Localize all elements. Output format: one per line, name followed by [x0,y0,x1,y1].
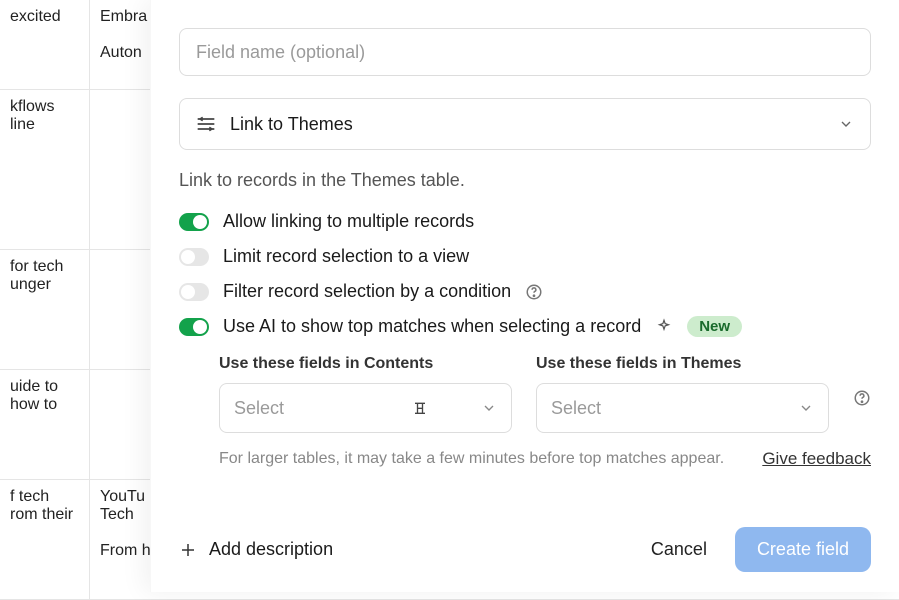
toggle-limit-view[interactable]: Limit record selection to a view [179,246,871,267]
sparkle-icon [655,318,673,336]
toggle-allow-multiple[interactable]: Allow linking to multiple records [179,211,871,232]
field-helper-text: Link to records in the Themes table. [179,170,871,191]
help-icon[interactable] [525,283,543,301]
toggle-label: Allow linking to multiple records [223,211,474,232]
chevron-down-icon [798,400,814,416]
select-placeholder: Select [551,398,788,419]
dialog-footer: Add description Cancel Create field [179,509,871,572]
create-field-button[interactable]: Create field [735,527,871,572]
create-field-dialog: Link to Themes Link to records in the Th… [150,0,899,592]
toggle-label: Limit record selection to a view [223,246,469,267]
table-cell: for tech unger [0,250,90,369]
ai-hint-text: For larger tables, it may take a few min… [219,450,744,468]
new-badge: New [687,316,742,337]
field-type-select[interactable]: Link to Themes [179,98,871,150]
toggle-group: Allow linking to multiple records Limit … [179,211,871,337]
add-description-button[interactable]: Add description [179,539,333,560]
table-cell: f tech rom their [0,480,90,599]
ai-contents-column: Use these fields in Contents Select [219,355,512,433]
chevron-down-icon [838,116,854,132]
field-type-label: Link to Themes [230,114,824,135]
ai-themes-column: Use these fields in Themes Select [536,355,829,433]
cancel-button[interactable]: Cancel [635,529,723,570]
ai-themes-select[interactable]: Select [536,383,829,433]
ai-fields-grid: Use these fields in Contents Select Use … [179,355,871,433]
ai-hint-row: For larger tables, it may take a few min… [179,449,871,469]
plus-icon [179,541,197,559]
add-description-label: Add description [209,539,333,560]
ai-contents-select[interactable]: Select [219,383,512,433]
toggle-switch[interactable] [179,283,209,301]
toggle-switch[interactable] [179,213,209,231]
toggle-filter-condition[interactable]: Filter record selection by a condition [179,281,871,302]
toggle-ai-top-matches[interactable]: Use AI to show top matches when selectin… [179,316,871,337]
chevron-down-icon [481,400,497,416]
select-placeholder: Select [234,398,471,419]
field-name-input[interactable] [179,28,871,76]
table-cell: excited [0,0,90,89]
ai-themes-label: Use these fields in Themes [536,355,829,373]
toggle-label: Use AI to show top matches when selectin… [223,316,641,337]
toggle-label: Filter record selection by a condition [223,281,511,302]
table-cell: kflows line [0,90,90,249]
help-icon[interactable] [853,389,871,407]
give-feedback-link[interactable]: Give feedback [762,449,871,469]
ai-contents-label: Use these fields in Contents [219,355,512,373]
table-cell: uide to how to [0,370,90,479]
link-icon [196,116,216,132]
toggle-switch[interactable] [179,318,209,336]
toggle-switch[interactable] [179,248,209,266]
